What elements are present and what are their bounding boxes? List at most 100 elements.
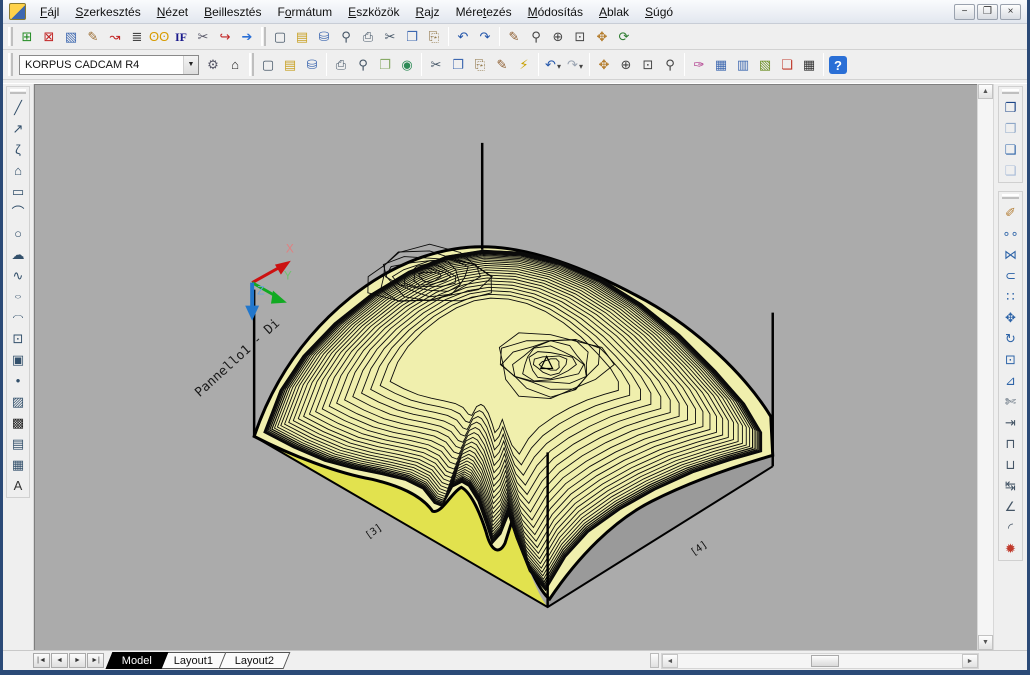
menu-nezet[interactable]: Nézet: [149, 3, 196, 21]
line-icon[interactable]: ╱: [7, 97, 29, 118]
tab-first-button[interactable]: |◄: [33, 653, 50, 668]
web-icon[interactable]: ◉: [396, 54, 418, 75]
drawing-viewport[interactable]: Pannello1 - Di: [34, 84, 977, 650]
toolbar-grip[interactable]: [8, 27, 13, 46]
tab-next-button[interactable]: ►: [69, 653, 86, 668]
menu-beillesztes[interactable]: Beillesztés: [196, 3, 269, 21]
chevron-down-icon[interactable]: ▼: [183, 56, 198, 74]
menu-formatum[interactable]: Formátum: [269, 3, 340, 21]
array-icon[interactable]: ∷: [1000, 286, 1022, 307]
home-icon[interactable]: ⌂: [224, 54, 246, 75]
solid-cube-icon[interactable]: ▧: [60, 26, 82, 47]
properties-icon[interactable]: ✑: [688, 54, 710, 75]
hatch-icon[interactable]: ▨: [7, 391, 29, 412]
screen-save-icon[interactable]: ⊠: [38, 26, 60, 47]
stretch-icon[interactable]: ⊿: [1000, 370, 1022, 391]
toolbar-grip[interactable]: [1002, 194, 1019, 199]
vertical-scrollbar[interactable]: ▲ ▼: [977, 84, 993, 650]
extend-icon[interactable]: ⇥: [1000, 412, 1022, 433]
app-icon[interactable]: [9, 3, 26, 20]
scroll-up-button[interactable]: ▲: [978, 84, 993, 99]
structure-tree-icon[interactable]: ≣: [126, 26, 148, 47]
bring-to-front-icon[interactable]: ❐: [1000, 97, 1022, 118]
sketch-pen-icon[interactable]: ✎: [82, 26, 104, 47]
redo-icon[interactable]: ↷: [474, 26, 496, 47]
forward-arrow-icon[interactable]: ➔: [236, 26, 258, 47]
minimize-button[interactable]: −: [954, 4, 975, 20]
menu-szerkesztes[interactable]: Szerkesztés: [67, 3, 148, 21]
revision-cloud-icon[interactable]: ☁: [7, 244, 29, 265]
chamfer-icon[interactable]: ∠: [1000, 496, 1022, 517]
publish-icon[interactable]: ❐: [374, 54, 396, 75]
save-file-icon[interactable]: ⛁: [313, 26, 335, 47]
paste-icon[interactable]: ⎘: [469, 54, 491, 75]
break-icon[interactable]: ⊔: [1000, 454, 1022, 475]
copy-icon[interactable]: ❐: [447, 54, 469, 75]
tab-model[interactable]: Model: [106, 652, 169, 669]
scale-icon[interactable]: ⊡: [1000, 349, 1022, 370]
scroll-right-button[interactable]: ►: [962, 654, 978, 668]
copy-object-icon[interactable]: ∘∘: [1000, 223, 1022, 244]
menu-modositas[interactable]: Módosítás: [520, 3, 591, 21]
match-properties-icon[interactable]: ⚡: [513, 54, 535, 75]
print-preview-icon[interactable]: ⚲: [352, 54, 374, 75]
zoom-document-icon[interactable]: ⚲: [525, 26, 547, 47]
export-note-icon[interactable]: ↪: [214, 26, 236, 47]
toolbar-grip[interactable]: [1002, 89, 1019, 94]
save-file-icon[interactable]: ⛁: [301, 54, 323, 75]
designcenter-icon[interactable]: ▦: [710, 54, 732, 75]
bring-above-objects-icon[interactable]: ❏: [1000, 139, 1022, 160]
cut-note-icon[interactable]: ✂: [192, 26, 214, 47]
join-icon[interactable]: ↹: [1000, 475, 1022, 496]
erase-icon[interactable]: ✐: [1000, 202, 1022, 223]
rotate-icon[interactable]: ↻: [1000, 328, 1022, 349]
zoom-realtime-icon[interactable]: ⊕: [547, 26, 569, 47]
undo-icon[interactable]: ↶: [452, 26, 474, 47]
horizontal-scrollbar[interactable]: ◄ ►: [661, 653, 979, 669]
fillet-icon[interactable]: ◜: [1000, 517, 1022, 538]
plot-icon[interactable]: ⎙: [357, 26, 379, 47]
new-file-icon[interactable]: ▢: [257, 54, 279, 75]
zoom-realtime-icon[interactable]: ⊕: [615, 54, 637, 75]
ellipse-icon[interactable]: ○: [7, 290, 29, 303]
new-file-icon[interactable]: ▢: [269, 26, 291, 47]
multiline-text-icon[interactable]: A: [7, 475, 29, 496]
zoom-window-icon[interactable]: ⊡: [569, 26, 591, 47]
construction-line-icon[interactable]: ↗: [7, 118, 29, 139]
point-icon[interactable]: •: [7, 370, 29, 391]
cut-icon[interactable]: ✂: [425, 54, 447, 75]
sheet-set-manager-icon[interactable]: ▧: [754, 54, 776, 75]
toolbar-grip[interactable]: [261, 27, 266, 46]
menu-meretezes[interactable]: Méretezés: [448, 3, 520, 21]
if-condition-icon[interactable]: IF: [170, 26, 192, 47]
cut-icon[interactable]: ✂: [379, 26, 401, 47]
redo-icon[interactable]: ↷▾: [564, 54, 586, 75]
scroll-left-button[interactable]: ◄: [662, 654, 678, 668]
toolbar-grip[interactable]: [8, 53, 13, 76]
make-block-icon[interactable]: ▣: [7, 349, 29, 370]
restore-button[interactable]: ❐: [977, 4, 998, 20]
pan-icon[interactable]: ✥: [591, 26, 613, 47]
curve-arrow-icon[interactable]: ↝: [104, 26, 126, 47]
undo-icon[interactable]: ↶▾: [542, 54, 564, 75]
open-file-icon[interactable]: ▤: [291, 26, 313, 47]
print-preview-icon[interactable]: ⚲: [335, 26, 357, 47]
table-icon[interactable]: ▦: [7, 454, 29, 475]
break-at-point-icon[interactable]: ⊓: [1000, 433, 1022, 454]
pen-icon[interactable]: ✎: [503, 26, 525, 47]
circle-icon[interactable]: ○: [7, 223, 29, 244]
tab-layout2[interactable]: Layout2: [219, 652, 291, 669]
scroll-down-button[interactable]: ▼: [978, 635, 993, 650]
vertical-scroll-track[interactable]: [978, 99, 993, 635]
toolbar-grip[interactable]: [10, 89, 26, 94]
edit-pen-icon[interactable]: ✎: [491, 54, 513, 75]
offset-icon[interactable]: ⊂: [1000, 265, 1022, 286]
close-button[interactable]: ×: [1000, 4, 1021, 20]
menu-eszkozok[interactable]: Eszközök: [340, 3, 407, 21]
orbit-icon[interactable]: ⟳: [613, 26, 635, 47]
pan-icon[interactable]: ✥: [593, 54, 615, 75]
explode-icon[interactable]: ✹: [1000, 538, 1022, 559]
mirror-icon[interactable]: ⋈: [1000, 244, 1022, 265]
screen-new-icon[interactable]: ⊞: [16, 26, 38, 47]
rectangle-icon[interactable]: ▭: [7, 181, 29, 202]
